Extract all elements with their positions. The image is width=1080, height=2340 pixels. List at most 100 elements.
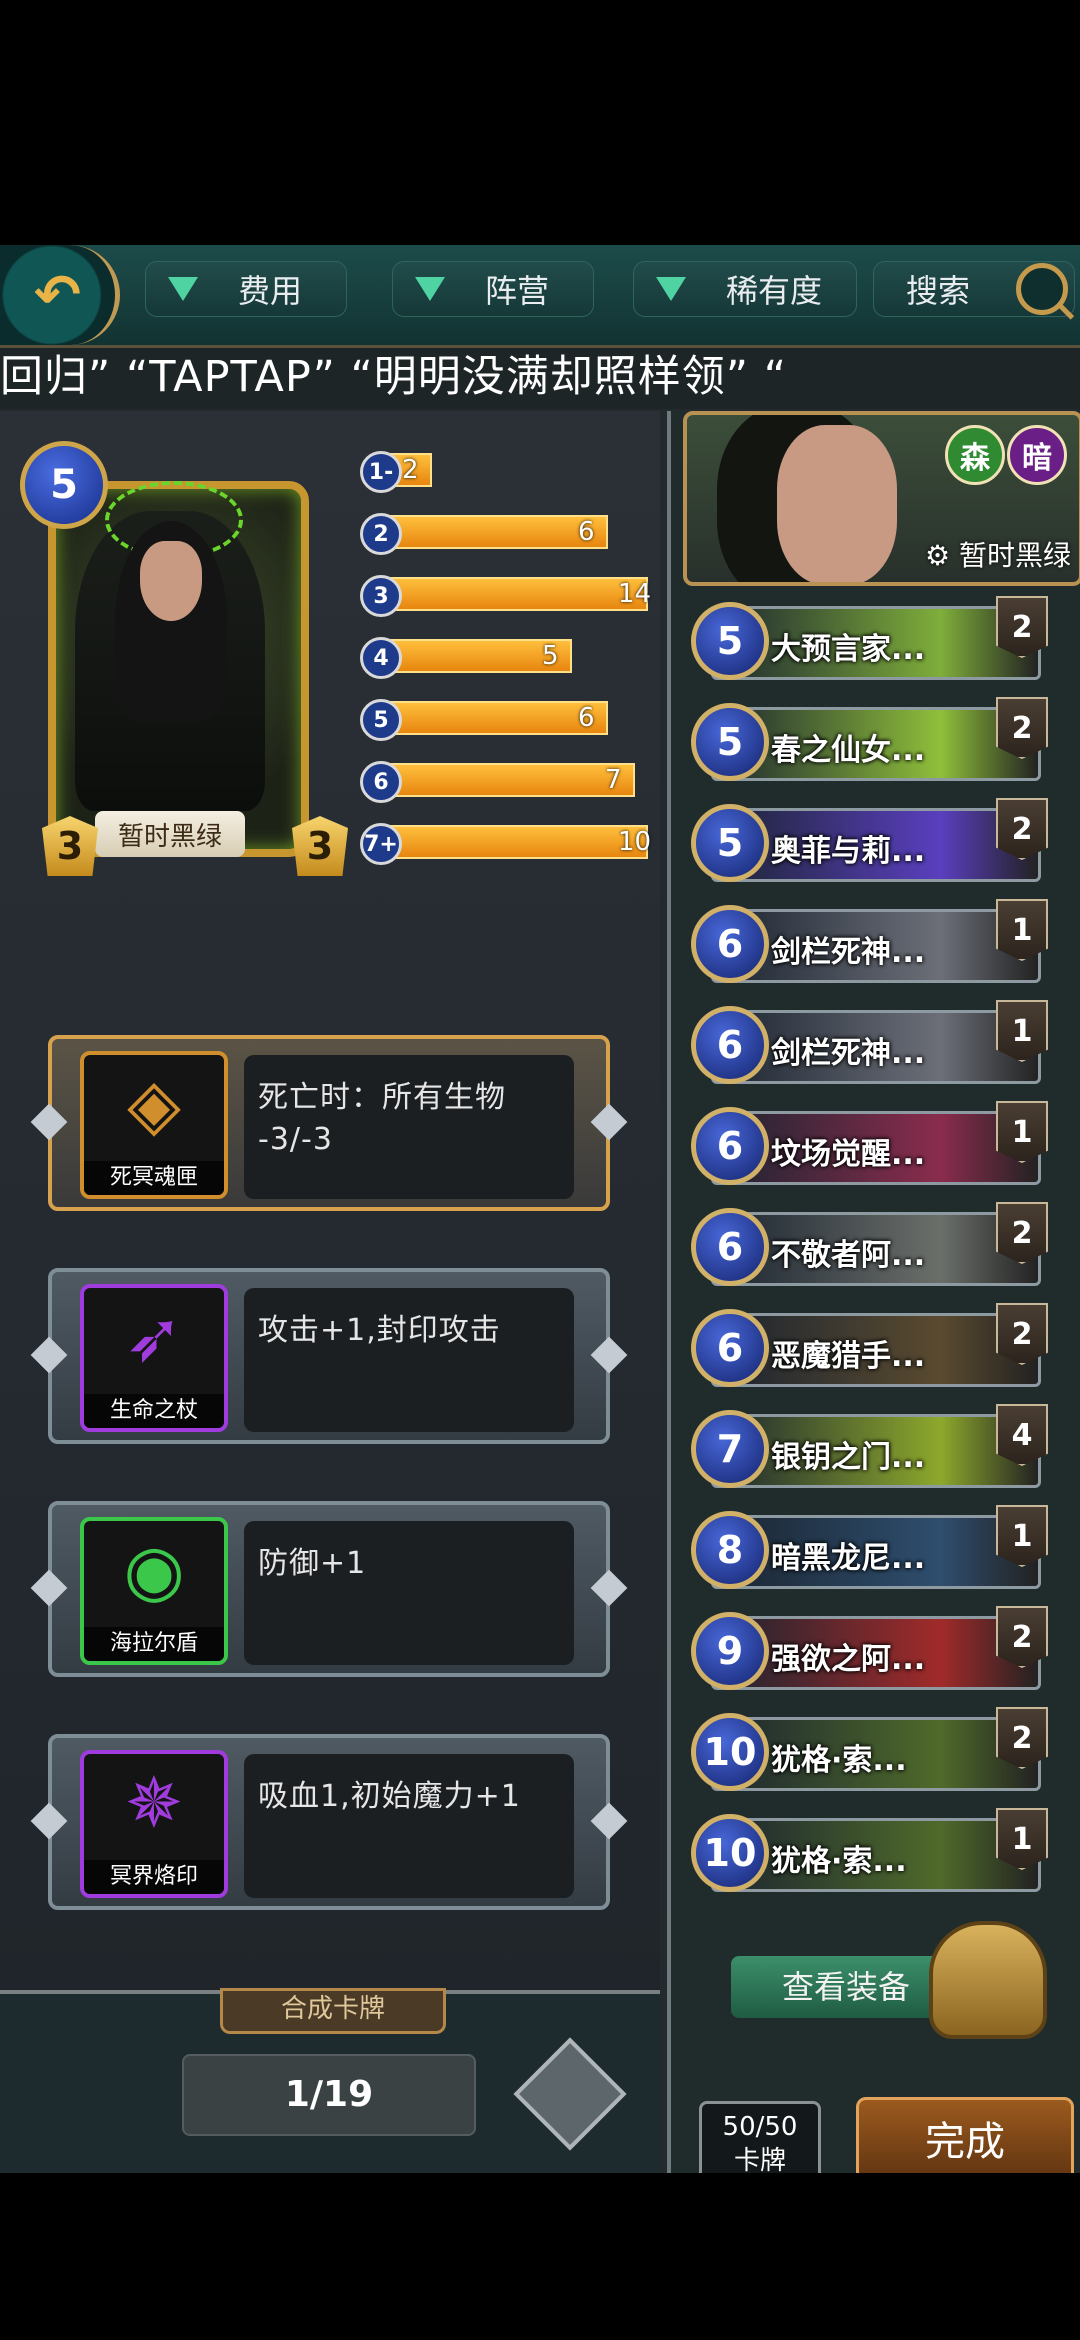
curve-cost-badge: 7+ [360, 823, 402, 865]
curve-bar [378, 701, 608, 735]
deck-card-row[interactable]: 9 强欲之阿... 2 [691, 1606, 1056, 1707]
deck-card-name: 强欲之阿... [771, 1642, 926, 1677]
deck-card-cost: 6 [691, 1309, 769, 1387]
equipment-name: 生命之杖 [84, 1394, 224, 1428]
deck-card-row[interactable]: 5 大预言家... 2 [691, 596, 1056, 697]
deck-card-row[interactable]: 6 剑栏死神... 1 [691, 1000, 1056, 1101]
equipment-glyph: ✵ [124, 1762, 184, 1844]
deck-card-row[interactable]: 7 银钥之门... 4 [691, 1404, 1056, 1505]
slot-diamond-right [590, 1103, 628, 1141]
hero-card[interactable]: 5 暂时黑绿 3 3 [20, 441, 348, 881]
announcement-marquee: 回归” “TAPTAP” “明明没满却照样领” “ [0, 345, 1080, 409]
deck-card-count-label: 卡牌 [733, 2146, 786, 2173]
equipment-slot[interactable]: ◉ 海拉尔盾 防御+1 [30, 1501, 628, 1677]
curve-row: 26 [360, 503, 660, 565]
deck-card-copies: 1 [996, 1101, 1048, 1163]
view-equipment-button[interactable]: 查看装备 [731, 1956, 961, 2018]
equipment-slot[interactable]: ◈ 死冥魂匣 死亡时：所有生物 -3/-3 [30, 1035, 628, 1211]
deck-card-row[interactable]: 6 剑栏死神... 1 [691, 899, 1056, 1000]
deck-card-row[interactable]: 6 不敬者阿... 2 [691, 1202, 1056, 1303]
equipment-slot[interactable]: ➶ 生命之杖 攻击+1,封印攻击 [30, 1268, 628, 1444]
deck-list: 5 大预言家... 2 5 春之仙女... 2 5 奥菲与莉... 2 6 剑栏死神... 1 6 剑栏死… [691, 596, 1056, 1909]
equipment-effect: 死亡时：所有生物 -3/-3 [244, 1055, 574, 1199]
deck-card-row[interactable]: 6 坟场觉醒... 1 [691, 1101, 1056, 1202]
deck-card-name: 奥菲与莉... [771, 834, 926, 869]
done-button[interactable]: 完成 [856, 2097, 1074, 2173]
card-detail-panel: 5 暂时黑绿 3 3 1- 2 2 6 3 14 4 5 5 6 6 7 7+ 10 ◈ 死冥魂匣 死亡时：所… [0, 411, 660, 2173]
equipment-name: 冥界烙印 [84, 1860, 224, 1894]
equipment-effect: 防御+1 [244, 1521, 574, 1665]
deck-card-row[interactable]: 6 恶魔猎手... 2 [691, 1303, 1056, 1404]
curve-row: 7+ 10 [360, 813, 660, 875]
deck-name: ⚙ 暂时黑绿 [924, 539, 1071, 572]
equipment-slot[interactable]: ✵ 冥界烙印 吸血1,初始魔力+1 [30, 1734, 628, 1910]
cost-filter[interactable]: 费用 [145, 261, 347, 317]
slot-diamond-right [590, 1569, 628, 1607]
curve-cost-badge: 2 [360, 513, 402, 555]
card-art-face [140, 541, 202, 621]
slot-diamond-left [30, 1336, 68, 1374]
page-indicator: 1/19 [182, 2054, 476, 2136]
deck-card-copies: 2 [996, 798, 1048, 860]
deck-card-row[interactable]: 5 奥菲与莉... 2 [691, 798, 1056, 899]
deck-panel: 森 暗 ⚙ 暂时黑绿 5 大预言家... 2 5 春之仙女... 2 5 奥菲与莉... 2 6 剑… [667, 411, 1080, 2173]
card-attack: 3 [42, 816, 98, 876]
deck-card-cost: 6 [691, 905, 769, 983]
helmet-icon [929, 1921, 1047, 2039]
deck-card-name: 不敬者阿... [771, 1238, 926, 1273]
equipment-effect: 吸血1,初始魔力+1 [244, 1754, 574, 1898]
deck-editor-screen: ↶ 费用 阵营 稀有度 搜索 回归” “TAPTAP” “明明没满却照样领” “ [0, 245, 1080, 2173]
curve-bar [378, 763, 635, 797]
search-label: 搜索 [906, 272, 971, 310]
faction-forest-badge: 森 [945, 425, 1005, 485]
back-arrow-icon: ↶ [34, 262, 81, 328]
back-button[interactable]: ↶ [0, 245, 120, 345]
dropdown-triangle-icon [415, 277, 445, 301]
deck-card-row[interactable]: 10 犹格·索... 2 [691, 1707, 1056, 1808]
equipment-glyph: ◉ [123, 1529, 185, 1611]
deck-card-copies: 1 [996, 899, 1048, 961]
curve-count: 2 [402, 455, 419, 485]
synthesize-tab[interactable]: 合成卡牌 [220, 1988, 446, 2034]
deck-card-cost: 5 [691, 804, 769, 882]
synthesis-bar: 合成卡牌 1/19 [0, 1988, 660, 2173]
deck-card-count: 50/50 卡牌 [699, 2101, 821, 2173]
rarity-filter[interactable]: 稀有度 [633, 261, 857, 317]
curve-count: 5 [542, 641, 559, 671]
search-button[interactable]: 搜索 [873, 261, 1075, 317]
deck-card-name: 大预言家... [771, 632, 926, 667]
deck-card-name: 暗黑龙尼... [771, 1541, 926, 1576]
curve-bar [378, 515, 608, 549]
deck-card-name: 剑栏死神... [771, 935, 926, 970]
slot-diamond-right [590, 1336, 628, 1374]
equipment-name: 海拉尔盾 [84, 1627, 224, 1661]
curve-cost-badge: 1- [360, 451, 402, 493]
deck-card-row[interactable]: 8 暗黑龙尼... 1 [691, 1505, 1056, 1606]
deck-card-name: 恶魔猎手... [771, 1339, 926, 1374]
deck-card-row[interactable]: 5 春之仙女... 2 [691, 697, 1056, 798]
deck-card-cost: 6 [691, 1208, 769, 1286]
curve-row: 1- 2 [360, 441, 660, 503]
faction-filter[interactable]: 阵营 [392, 261, 594, 317]
next-page-button[interactable] [513, 2037, 627, 2151]
deck-card-cost: 6 [691, 1006, 769, 1084]
blue-cube-icon: ◈ 死冥魂匣 [80, 1051, 228, 1199]
deck-card-cost: 9 [691, 1612, 769, 1690]
curve-count: 6 [578, 703, 595, 733]
slot-diamond-left [30, 1802, 68, 1840]
deck-card-cost: 8 [691, 1511, 769, 1589]
deck-card-name: 银钥之门... [771, 1440, 926, 1475]
top-bar: ↶ 费用 阵营 稀有度 搜索 [0, 245, 1080, 348]
deck-card-copies: 2 [996, 1707, 1048, 1769]
rune-brand-icon: ✵ 冥界烙印 [80, 1750, 228, 1898]
deck-card-name: 春之仙女... [771, 733, 926, 768]
deck-card-copies: 2 [996, 596, 1048, 658]
deck-card-cost: 10 [691, 1713, 769, 1791]
curve-row: 67 [360, 751, 660, 813]
deck-hero-header[interactable]: 森 暗 ⚙ 暂时黑绿 [683, 411, 1080, 586]
deck-card-row[interactable]: 10 犹格·索... 1 [691, 1808, 1056, 1909]
deck-card-name: 犹格·索... [771, 1844, 907, 1879]
deck-card-copies: 2 [996, 697, 1048, 759]
card-name: 暂时黑绿 [95, 811, 245, 857]
deck-card-cost: 5 [691, 703, 769, 781]
